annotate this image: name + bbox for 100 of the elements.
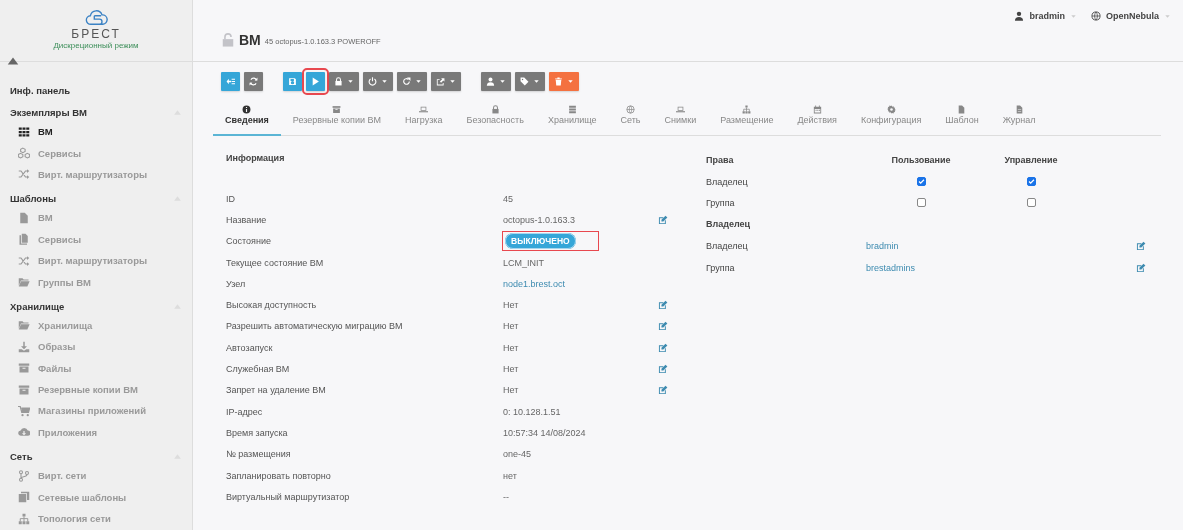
power-button[interactable]: [363, 72, 393, 91]
sidebar-item[interactable]: Топология сети: [0, 507, 192, 530]
sidebar-item[interactable]: ВМ: [0, 207, 192, 229]
tab[interactable]: Снимки: [652, 105, 709, 136]
sidebar-section-title[interactable]: Сеть: [10, 451, 33, 463]
archive-icon: [18, 383, 30, 396]
tab[interactable]: Сеть: [608, 105, 653, 136]
field-label: Виртуальный маршрутизатор: [226, 491, 351, 502]
field-label: Запланировать повторно: [226, 470, 332, 481]
save-button[interactable]: [283, 72, 302, 91]
tab[interactable]: Безопасность: [454, 105, 536, 136]
tag-button[interactable]: [515, 72, 545, 91]
globe-icon: [1091, 11, 1101, 21]
tab[interactable]: Конфигурация: [848, 105, 934, 136]
archive-icon: [18, 362, 30, 375]
sidebar-item[interactable]: Резервные копии ВМ: [0, 378, 192, 401]
checkbox[interactable]: [1026, 198, 1036, 208]
caret-icon: [347, 78, 354, 85]
branch-icon: [18, 469, 30, 482]
field-label: Состояние: [226, 236, 272, 247]
tab[interactable]: Хранилище: [535, 105, 609, 136]
gear-icon: [886, 105, 896, 114]
sidebar-item[interactable]: Магазины приложений: [0, 400, 192, 422]
document-icon: [1014, 105, 1024, 114]
share-icon: [436, 77, 445, 86]
sidebar-item[interactable]: Вирт. маршрутизаторы: [0, 163, 192, 186]
sidebar-section-title[interactable]: Хранилище: [10, 300, 65, 312]
sidebar-item[interactable]: Группы ВМ: [0, 271, 192, 293]
row-label: Группа: [706, 262, 736, 273]
zone-menu[interactable]: OpenNebula: [1091, 11, 1171, 21]
tab[interactable]: Размещение: [708, 105, 786, 136]
field-label: ID: [226, 193, 236, 204]
owner-link[interactable]: brestadmins: [866, 262, 1136, 273]
sidebar-item[interactable]: Хранилища: [0, 314, 192, 337]
tab[interactable]: Резервные копии ВМ: [280, 105, 393, 136]
field-label: Время запуска: [226, 427, 289, 438]
tab[interactable]: Сведения: [213, 105, 281, 136]
trash-icon: [554, 77, 563, 86]
redo-button[interactable]: [397, 72, 427, 91]
caret-icon: [381, 78, 388, 85]
field-label: Автозапуск: [226, 342, 274, 353]
tab[interactable]: Журнал: [990, 105, 1048, 136]
shuffle-icon: [18, 168, 30, 181]
field-label: Текущее состояние ВМ: [226, 257, 325, 268]
cloud-logo-icon: [84, 8, 108, 27]
field-value: 10:57:34 14/08/2024: [503, 427, 587, 438]
caret-icon: [533, 78, 540, 85]
edit-icon: [1136, 241, 1146, 252]
row-label: Группа: [706, 197, 736, 208]
brand-name: БРЕСТ: [71, 27, 121, 40]
globe-icon: [626, 105, 636, 114]
cloud-download-icon: [18, 426, 30, 439]
caret-icon: [499, 78, 506, 85]
sidebar-item[interactable]: Образы: [0, 336, 192, 358]
sidebar-item[interactable]: Сервисы: [0, 228, 192, 250]
field-label: Высокая доступность: [226, 300, 318, 311]
status-badge: ВЫКЛЮЧЕНО: [505, 233, 576, 250]
user-icon: [486, 77, 495, 86]
field-value: Нет: [503, 385, 520, 396]
cart-icon: [18, 405, 30, 417]
sidebar-item[interactable]: Сетевые шаблоны: [0, 486, 192, 508]
file-icon: [18, 211, 30, 224]
sidebar-item[interactable]: Файлы: [0, 357, 192, 379]
tab[interactable]: Шаблон: [933, 105, 991, 136]
sidebar-section-title[interactable]: Шаблоны: [10, 193, 57, 205]
field-value: LCM_INIT: [503, 257, 545, 268]
owner-link[interactable]: bradmin: [866, 241, 1136, 252]
lock-button[interactable]: [329, 72, 359, 91]
section-title: Владелец: [706, 219, 752, 230]
back-list-button[interactable]: [221, 72, 240, 91]
checkbox[interactable]: [916, 198, 926, 208]
sidebar-item[interactable]: Сервисы: [0, 142, 192, 164]
column-header: Права: [706, 154, 735, 165]
sidebar-section-title[interactable]: Экземпляры ВМ: [10, 107, 87, 118]
user-menu[interactable]: bradmin: [1014, 11, 1077, 21]
checkbox[interactable]: [1026, 177, 1036, 187]
sidebar-item[interactable]: Вирт. сети: [0, 465, 192, 487]
tab[interactable]: Нагрузка: [393, 105, 455, 136]
field-label: Разрешить автоматическую миграцию ВМ: [226, 321, 404, 332]
back-list-icon: [226, 77, 235, 86]
host-link[interactable]: node1.brest.oct: [503, 278, 658, 289]
column-header: Пользование: [891, 154, 951, 165]
refresh-button[interactable]: [244, 72, 263, 91]
field-value: Нет: [503, 364, 520, 374]
tab[interactable]: Действия: [785, 105, 849, 136]
checkbox[interactable]: [916, 177, 926, 187]
sidebar-item[interactable]: ВМ: [0, 121, 192, 143]
calendar-icon: [812, 105, 822, 114]
sidebar-item[interactable]: Инф. панель: [10, 85, 71, 96]
field-value: Нет: [503, 300, 520, 311]
caret-icon: [567, 78, 574, 85]
sidebar-item[interactable]: Приложения: [0, 421, 192, 444]
field-value: Нет: [503, 321, 520, 332]
sidebar-item[interactable]: Вирт. маршрутизаторы: [0, 249, 192, 272]
field-label: Запрет на удаление ВМ: [226, 385, 327, 396]
trash-button[interactable]: [549, 72, 579, 91]
user-button[interactable]: [481, 72, 511, 91]
share-button[interactable]: [431, 72, 461, 91]
edit-icon: [1136, 262, 1146, 273]
row-label: Владелец: [706, 241, 749, 252]
